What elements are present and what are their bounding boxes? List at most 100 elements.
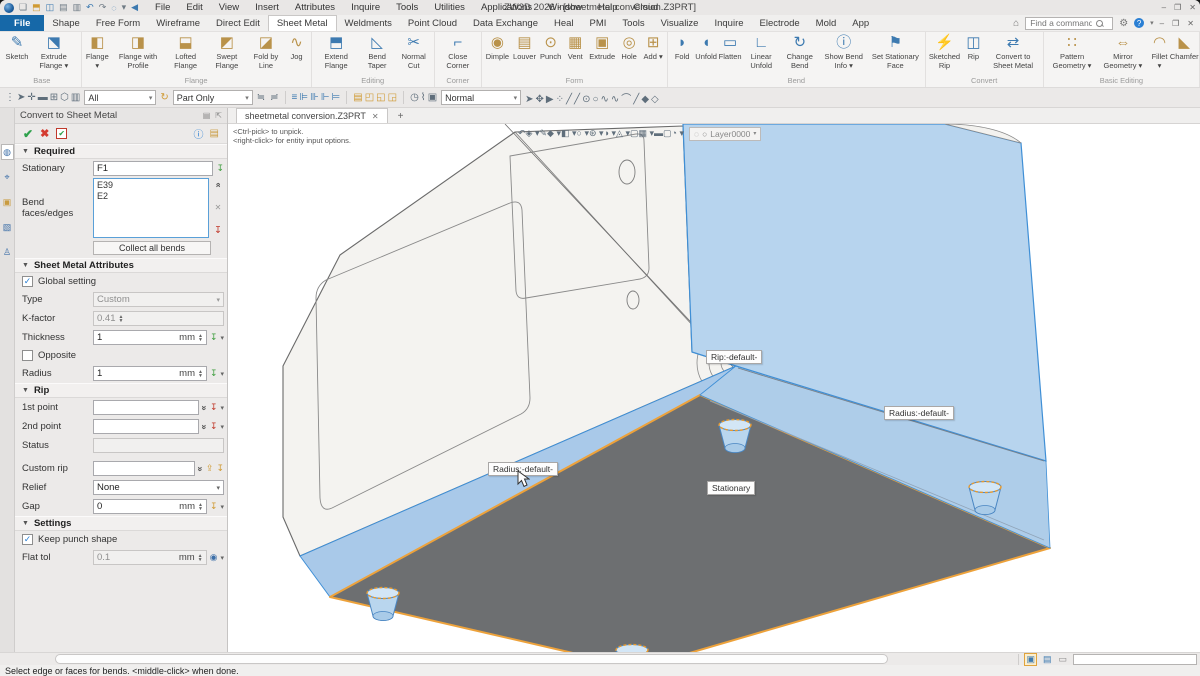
- view-tool-icon[interactable]: ○ ▾: [577, 128, 589, 138]
- dropdown-icon[interactable]: ▾: [220, 404, 224, 412]
- dock-tab-convert[interactable]: ◍: [1, 144, 14, 160]
- ribbon-tool[interactable]: ⇄ Convert to Sheet Metal: [985, 33, 1040, 70]
- scroll-top-icon[interactable]: »: [213, 182, 223, 187]
- ribbon-tool[interactable]: ↻ Change Bend: [780, 33, 819, 70]
- ribbon-tool[interactable]: ✂ Normal Cut: [396, 33, 432, 70]
- prompt-input[interactable]: [55, 654, 888, 664]
- minimize-button[interactable]: –: [1162, 3, 1166, 12]
- ribbon-tool[interactable]: ◺ Bend Taper: [359, 33, 396, 70]
- flat-tol-field[interactable]: 0.1mm▲▼: [93, 550, 207, 565]
- ribbon-tool[interactable]: ◎ Hole: [617, 33, 641, 62]
- first-point-field[interactable]: [93, 400, 199, 415]
- ribbon-restore-button[interactable]: ❐: [1172, 19, 1179, 28]
- display-icon[interactable]: ◲: [387, 92, 398, 103]
- ribbon-tab[interactable]: Electrode: [752, 15, 808, 31]
- qat-dropdown-icon[interactable]: ▾: [122, 2, 127, 13]
- ribbon-tab[interactable]: Inquire: [706, 15, 751, 31]
- window-layout-icon[interactable]: ▣: [1024, 653, 1037, 666]
- save-icon[interactable]: ◫: [46, 2, 55, 13]
- snap-icon[interactable]: ◆: [640, 94, 650, 105]
- ribbon-close-button[interactable]: ✕: [1187, 19, 1194, 28]
- ribbon-tool[interactable]: ◖ Unfold: [694, 33, 718, 62]
- ribbon-tool[interactable]: ✎ Sketch: [5, 33, 29, 62]
- ribbon-tool[interactable]: ⓘ Show Bend Info ▾: [819, 33, 868, 70]
- filter-combo[interactable]: All▾: [84, 90, 156, 105]
- menu-item[interactable]: View: [212, 2, 246, 13]
- ribbon-tool[interactable]: ◧ Flange ▾: [84, 33, 111, 70]
- dropdown-icon[interactable]: ▾: [220, 554, 224, 562]
- menu-item[interactable]: Applications: [474, 2, 539, 13]
- ribbon-tool[interactable]: ▦ Vent: [563, 33, 587, 62]
- ribbon-tool[interactable]: ⚡ Sketched Rip: [928, 33, 962, 70]
- ribbon-tool[interactable]: ⚑ Set Stationary Face: [868, 33, 922, 70]
- menu-item[interactable]: Insert: [248, 2, 286, 13]
- coordinate-input[interactable]: [1073, 654, 1197, 665]
- section-required[interactable]: ▼ Required: [15, 144, 227, 159]
- dock-tab-role[interactable]: ♙: [1, 244, 14, 260]
- document-close-icon[interactable]: ✕: [372, 112, 379, 121]
- collect-all-bends-button[interactable]: Collect all bends: [93, 241, 211, 255]
- restore-button[interactable]: ❐: [1174, 3, 1181, 12]
- section-settings[interactable]: ▼ Settings: [15, 516, 227, 531]
- menu-item[interactable]: Cloud: [627, 2, 666, 13]
- dock-tab-part[interactable]: ▣: [1, 194, 14, 210]
- snap-icon[interactable]: ⁘: [555, 94, 565, 105]
- snap-icon[interactable]: ○: [591, 94, 599, 105]
- relief-combo[interactable]: None▾: [93, 480, 224, 495]
- expand-icon[interactable]: »: [199, 424, 209, 429]
- panel-float-icon[interactable]: ⇱: [215, 111, 222, 120]
- pick-icon[interactable]: ↧: [216, 463, 224, 474]
- view-tool-icon[interactable]: ▢: [663, 128, 672, 138]
- ribbon-tab[interactable]: Tools: [614, 15, 652, 31]
- undo-icon[interactable]: ↶: [86, 2, 94, 13]
- home-icon[interactable]: ⌂: [1013, 18, 1019, 29]
- snap-icon[interactable]: ✥: [535, 94, 545, 105]
- doc-icon[interactable]: ▤: [210, 128, 219, 139]
- pick-icon[interactable]: ↧: [210, 421, 218, 432]
- bend-faces-list[interactable]: E39E2: [93, 178, 209, 238]
- monitor-icon[interactable]: ▤: [1042, 654, 1053, 665]
- menu-item[interactable]: File: [148, 2, 177, 13]
- ribbon-tool[interactable]: ▤ Louver: [511, 33, 538, 62]
- align-icon[interactable]: ⊩: [320, 92, 331, 103]
- clear-list-icon[interactable]: ✕: [215, 203, 222, 212]
- ribbon-tab[interactable]: Weldments: [337, 15, 400, 31]
- panel-menu-icon[interactable]: ▤: [203, 111, 211, 120]
- ribbon-tool[interactable]: ⬒ Extend Flange: [314, 33, 359, 70]
- ribbon-tool[interactable]: ▣ Extrude: [587, 33, 617, 62]
- new-file-icon[interactable]: ❏: [19, 2, 27, 13]
- opposite-checkbox[interactable]: [22, 350, 33, 361]
- ribbon-tool[interactable]: ⬔ Extrude Flange ▾: [29, 33, 79, 70]
- dropdown-icon[interactable]: ▾: [220, 334, 224, 342]
- dropdown-icon[interactable]: ▾: [220, 503, 224, 511]
- ribbon-minimize-button[interactable]: –: [1160, 19, 1164, 28]
- toolbar-icon[interactable]: ✛: [26, 92, 36, 103]
- refresh-filter-icon[interactable]: ↻: [159, 92, 169, 103]
- ribbon-tool[interactable]: ◪ Fold by Line: [247, 33, 284, 70]
- help-icon[interactable]: ?: [1134, 18, 1144, 28]
- ribbon-tab[interactable]: Heal: [546, 15, 582, 31]
- ribbon-tab[interactable]: Direct Edit: [208, 15, 268, 31]
- layer-combo[interactable]: ◌ ○ Layer0000 ▾: [689, 127, 761, 141]
- align-icon[interactable]: ⊨: [331, 92, 342, 103]
- ribbon-tool[interactable]: ∷ Pattern Geometry ▾: [1046, 33, 1099, 70]
- display-icon[interactable]: ◱: [375, 92, 386, 103]
- menu-item[interactable]: Help: [591, 2, 625, 13]
- pick-icon[interactable]: ↧: [210, 368, 218, 379]
- dock-tab-visual[interactable]: ▧: [1, 219, 14, 235]
- model-canvas[interactable]: [228, 124, 1200, 652]
- ribbon-tool[interactable]: ⊞ Add ▾: [641, 33, 665, 62]
- style-combo[interactable]: Normal▾: [441, 90, 521, 105]
- menu-item[interactable]: Utilities: [427, 2, 472, 13]
- bend-list-item[interactable]: E2: [97, 191, 205, 202]
- ribbon-tool[interactable]: ◨ Flange with Profile: [111, 33, 165, 70]
- global-setting-checkbox[interactable]: ✓: [22, 276, 33, 287]
- ribbon-tool[interactable]: ◠ Fillet ▾: [1148, 33, 1172, 70]
- document-tab[interactable]: sheetmetal conversion.Z3PRT ✕: [236, 108, 388, 123]
- view-tool-icon[interactable]: ▢: [630, 128, 639, 138]
- ribbon-tab[interactable]: Wireframe: [148, 15, 208, 31]
- pick-icon[interactable]: ↧: [210, 402, 218, 413]
- menu-item[interactable]: Attributes: [288, 2, 342, 13]
- history-icon[interactable]: ◷: [409, 92, 420, 103]
- align-icon[interactable]: ⊫: [298, 92, 309, 103]
